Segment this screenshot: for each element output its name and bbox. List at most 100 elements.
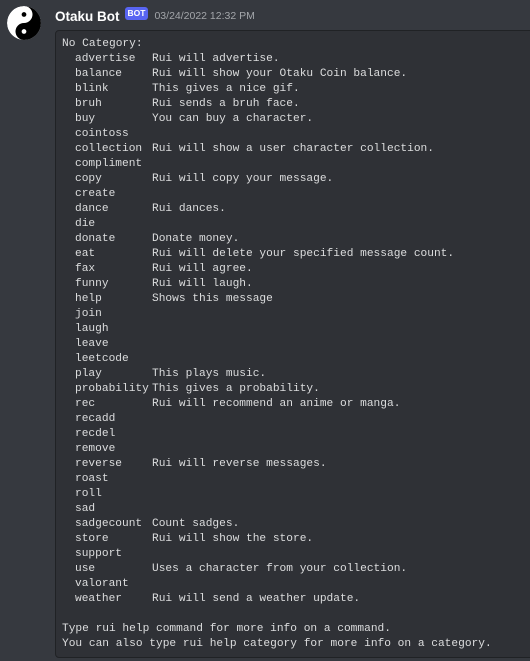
- command-description: Rui will advertise.: [152, 53, 280, 65]
- command-name: play: [75, 368, 102, 380]
- command-name: collection: [75, 143, 143, 155]
- command-list: advertise Rui will advertise. balance Rui w…: [62, 52, 530, 607]
- timestamp: 03/24/2022 12:32 PM: [154, 10, 255, 22]
- command-name: use: [75, 563, 96, 575]
- command-name: sad: [75, 503, 96, 515]
- command-row: use Uses a character from your collection…: [62, 562, 530, 577]
- command-name: funny: [75, 278, 109, 290]
- command-row: join: [62, 307, 530, 322]
- command-row: store Rui will show the store.: [62, 532, 530, 547]
- command-row: buy You can buy a character.: [62, 112, 530, 127]
- command-name: store: [75, 533, 109, 545]
- command-description: Rui will agree.: [152, 263, 253, 275]
- command-name: laugh: [75, 323, 109, 335]
- command-name: blink: [75, 83, 109, 95]
- footer-line: You can also type rui help category for …: [62, 638, 492, 650]
- command-description: Count sadges.: [152, 518, 240, 530]
- command-name: reverse: [75, 458, 122, 470]
- command-row: laugh: [62, 322, 530, 337]
- command-row: support: [62, 547, 530, 562]
- command-row: die: [62, 217, 530, 232]
- command-name: roast: [75, 473, 109, 485]
- command-name: weather: [75, 593, 122, 605]
- command-row: recdel: [62, 427, 530, 442]
- command-description: Uses a character from your collection.: [152, 563, 408, 575]
- command-name: bruh: [75, 98, 102, 110]
- command-row: sad: [62, 502, 530, 517]
- command-name: cointoss: [75, 128, 129, 140]
- command-name: valorant: [75, 578, 129, 590]
- command-row: play This plays music.: [62, 367, 530, 382]
- command-row: fax Rui will agree.: [62, 262, 530, 277]
- command-name: donate: [75, 233, 116, 245]
- command-name: help: [75, 293, 102, 305]
- help-code-block: No Category: advertise Rui will advertise…: [55, 30, 530, 658]
- command-description: Rui dances.: [152, 203, 226, 215]
- command-row: donate Donate money.: [62, 232, 530, 247]
- command-name: probability: [75, 383, 149, 395]
- command-description: Donate money.: [152, 233, 240, 245]
- command-name: rec: [75, 398, 96, 410]
- command-row: copy Rui will copy your message.: [62, 172, 530, 187]
- command-row: weather Rui will send a weather update.: [62, 592, 530, 607]
- category-header: No Category:: [62, 38, 143, 50]
- command-row: leetcode: [62, 352, 530, 367]
- command-row: eat Rui will delete your specified messag…: [62, 247, 530, 262]
- command-description: Rui will show your Otaku Coin balance.: [152, 68, 408, 80]
- command-description: Rui will show the store.: [152, 533, 314, 545]
- avatar[interactable]: [7, 6, 41, 40]
- command-name: remove: [75, 443, 116, 455]
- command-name: roll: [75, 488, 102, 500]
- command-row: cointoss: [62, 127, 530, 142]
- command-name: fax: [75, 263, 96, 275]
- command-row: dance Rui dances.: [62, 202, 530, 217]
- bot-badge: BOT: [124, 6, 149, 20]
- command-row: balance Rui will show your Otaku Coin bal…: [62, 67, 530, 82]
- command-row: reverse Rui will reverse messages.: [62, 457, 530, 472]
- command-description: Rui will reverse messages.: [152, 458, 327, 470]
- command-name: buy: [75, 113, 96, 125]
- command-row: help Shows this message: [62, 292, 530, 307]
- command-row: bruh Rui sends a bruh face.: [62, 97, 530, 112]
- footer-line: Type rui help command for more info on a…: [62, 623, 391, 635]
- command-row: rec Rui will recommend an anime or manga.: [62, 397, 530, 412]
- command-row: compliment: [62, 157, 530, 172]
- command-description: Rui will show a user character collectio…: [152, 143, 434, 155]
- command-name: leave: [75, 338, 109, 350]
- chat-message: Otaku Bot BOT 03/24/2022 12:32 PM No Cat…: [0, 0, 530, 661]
- command-name: copy: [75, 173, 102, 185]
- command-description: This gives a nice gif.: [152, 83, 300, 95]
- command-description: This gives a probability.: [152, 383, 320, 395]
- command-name: join: [75, 308, 102, 320]
- message-header: Otaku Bot BOT 03/24/2022 12:32 PM: [55, 6, 255, 26]
- command-row: leave: [62, 337, 530, 352]
- command-description: Rui sends a bruh face.: [152, 98, 300, 110]
- command-name: support: [75, 548, 122, 560]
- command-row: advertise Rui will advertise.: [62, 52, 530, 67]
- username[interactable]: Otaku Bot: [55, 9, 120, 24]
- command-description: Rui will delete your specified message c…: [152, 248, 455, 260]
- command-name: balance: [75, 68, 122, 80]
- command-row: roast: [62, 472, 530, 487]
- command-row: sadgecount Count sadges.: [62, 517, 530, 532]
- command-row: valorant: [62, 577, 530, 592]
- command-row: collection Rui will show a user character…: [62, 142, 530, 157]
- command-row: remove: [62, 442, 530, 457]
- command-name: advertise: [75, 53, 136, 65]
- command-description: You can buy a character.: [152, 113, 314, 125]
- command-row: blink This gives a nice gif.: [62, 82, 530, 97]
- command-name: create: [75, 188, 116, 200]
- command-description: Rui will laugh.: [152, 278, 253, 290]
- command-description: Rui will send a weather update.: [152, 593, 361, 605]
- command-row: roll: [62, 487, 530, 502]
- command-description: This plays music.: [152, 368, 267, 380]
- command-name: leetcode: [75, 353, 129, 365]
- command-name: sadgecount: [75, 518, 143, 530]
- command-row: recadd: [62, 412, 530, 427]
- command-description: Rui will copy your message.: [152, 173, 334, 185]
- command-row: probability This gives a probability.: [62, 382, 530, 397]
- yin-yang-icon: [7, 6, 41, 40]
- command-name: recadd: [75, 413, 116, 425]
- command-name: compliment: [75, 158, 143, 170]
